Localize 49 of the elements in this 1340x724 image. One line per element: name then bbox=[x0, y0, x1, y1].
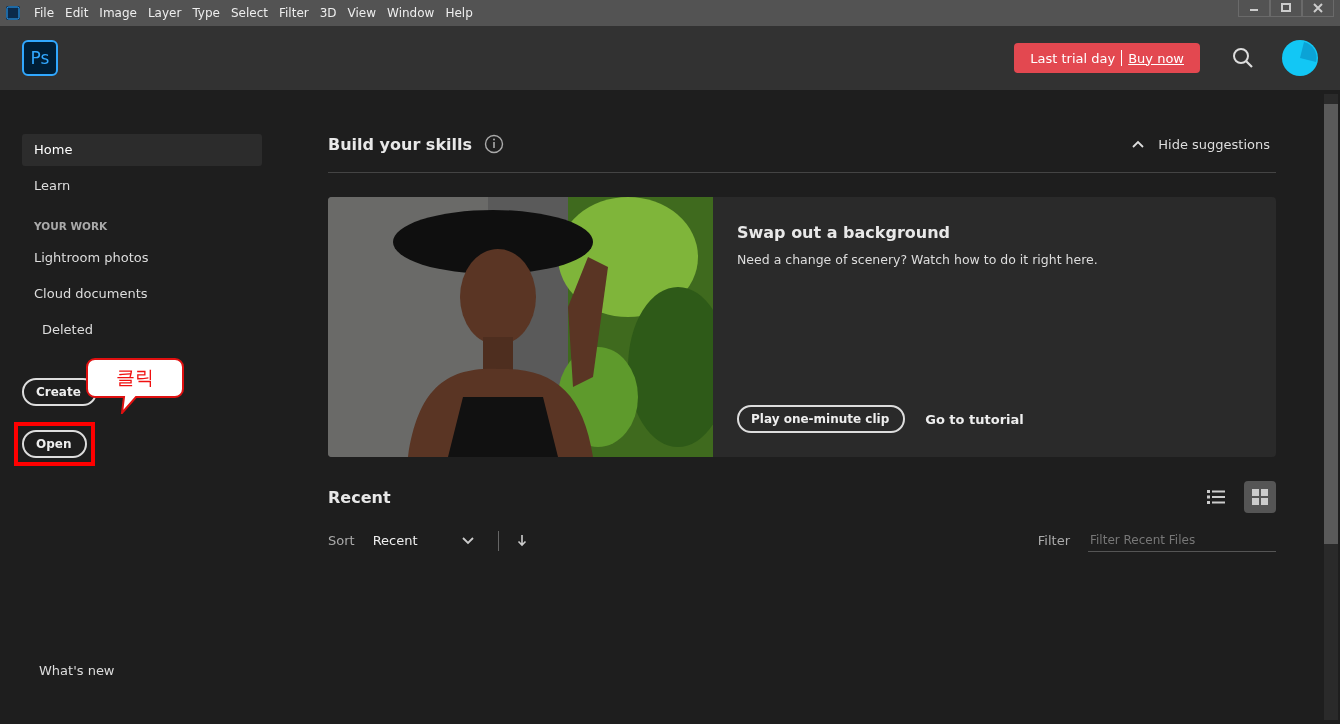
menu-item[interactable]: Select bbox=[224, 6, 274, 20]
app-logo[interactable]: Ps bbox=[22, 40, 58, 76]
section-heading: YOUR WORK bbox=[34, 220, 109, 232]
trial-status: Last trial day bbox=[1030, 50, 1116, 66]
menu-item[interactable]: Window bbox=[381, 6, 441, 20]
menu-item[interactable]: Filter bbox=[273, 6, 315, 20]
menu-item[interactable]: 3D bbox=[313, 6, 343, 20]
whats-new-link[interactable]: What's new bbox=[22, 663, 262, 678]
menu-item[interactable]: Type bbox=[186, 6, 226, 20]
section-title: Build your skills bbox=[328, 134, 472, 154]
sidebar-button[interactable]: Open bbox=[22, 430, 88, 458]
grid-view-button[interactable] bbox=[1244, 481, 1276, 513]
menu-item[interactable]: Image bbox=[93, 6, 143, 20]
callout-text: 클릭 bbox=[115, 365, 155, 390]
card-description: Need a change of scenery? Watch how to do it right here. bbox=[737, 252, 1099, 267]
card-title: Swap out a background bbox=[737, 223, 952, 242]
sidebar-item[interactable]: Learn bbox=[22, 170, 262, 202]
app-icon[interactable] bbox=[6, 6, 20, 20]
sort-dropdown[interactable]: Recent bbox=[372, 533, 474, 548]
list-icon bbox=[1207, 489, 1225, 505]
close-icon[interactable] bbox=[1302, 0, 1334, 17]
filter-field[interactable]: Filter Recent Files bbox=[1088, 529, 1276, 552]
avatar-icon[interactable] bbox=[1282, 40, 1318, 76]
sidebar-item[interactable]: Cloud documents bbox=[22, 278, 262, 310]
sort-direction-icon[interactable] bbox=[516, 534, 527, 547]
sidebar-item[interactable]: Deleted bbox=[22, 314, 262, 346]
sidebar-item[interactable]: Lightroom photos bbox=[22, 242, 262, 274]
hide-suggestions-button[interactable]: Hide suggestions bbox=[1132, 136, 1276, 152]
minimize-icon[interactable] bbox=[1238, 0, 1270, 17]
search-icon[interactable] bbox=[1232, 47, 1254, 69]
sort-label: Sort bbox=[328, 533, 355, 548]
chevron-down-icon bbox=[461, 536, 474, 545]
menu-item[interactable]: File bbox=[28, 6, 61, 20]
menu-item[interactable]: View bbox=[341, 6, 383, 20]
chevron-up-icon bbox=[1132, 140, 1145, 148]
buy-now-link[interactable]: Buy now bbox=[1128, 50, 1184, 66]
section-title: Recent bbox=[328, 487, 391, 507]
menu-item[interactable]: Edit bbox=[59, 6, 95, 20]
grid-icon bbox=[1252, 489, 1268, 505]
scrollbar[interactable] bbox=[1324, 94, 1338, 720]
filter-label: Filter bbox=[1037, 533, 1070, 548]
sidebar-button[interactable]: Create bbox=[22, 378, 97, 406]
maximize-icon[interactable] bbox=[1270, 0, 1302, 17]
info-icon[interactable] bbox=[484, 134, 504, 154]
play-clip-button[interactable]: Play one-minute clip bbox=[737, 405, 906, 433]
tutorial-link[interactable]: Go to tutorial bbox=[925, 411, 1024, 427]
menu-item[interactable]: Layer bbox=[141, 6, 188, 20]
menu-item[interactable]: Help bbox=[439, 6, 479, 20]
sidebar-item[interactable]: Home bbox=[22, 134, 262, 166]
